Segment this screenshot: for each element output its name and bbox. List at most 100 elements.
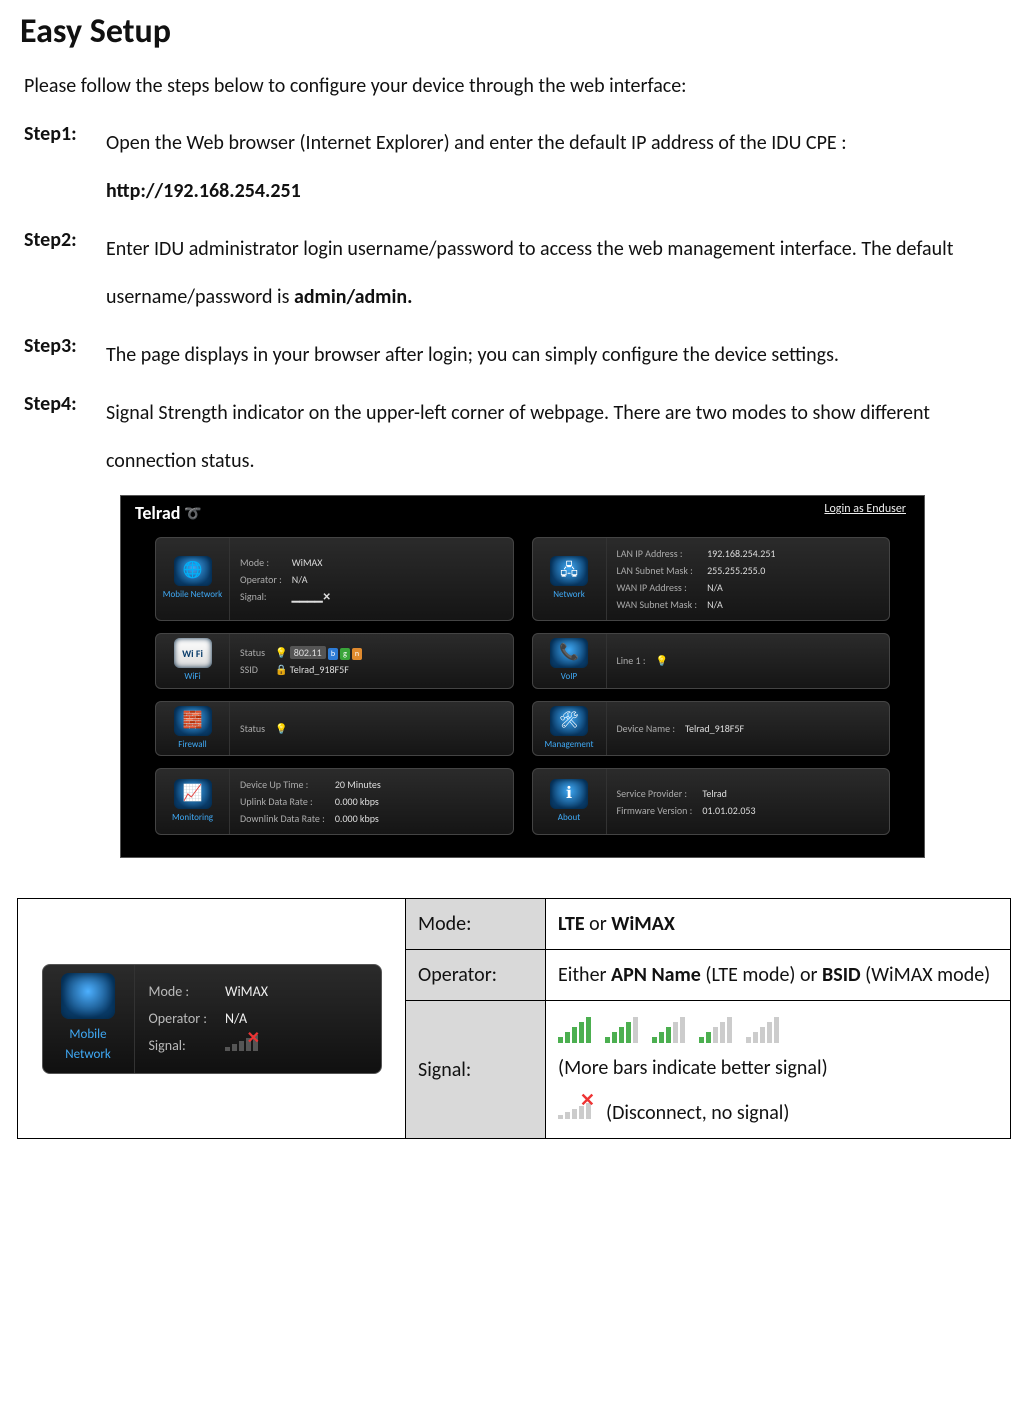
- mini-sig-v: ✕: [225, 1035, 367, 1057]
- fw-status-k: Status: [240, 721, 265, 736]
- signal-disconnect-row: ✕ (Disconnect, no signal): [558, 1097, 998, 1128]
- mn-mode-k: Mode :: [240, 555, 282, 570]
- card-network[interactable]: 🖧 Network LAN IP Address : 192.168.254.25…: [532, 537, 891, 621]
- card-about[interactable]: ℹ About Service Provider :Telrad Firmwar…: [532, 768, 891, 835]
- step-4-label: Step4:: [24, 389, 106, 485]
- signal-disconnect-icon: ✕: [558, 1097, 591, 1119]
- signal-value: (More bars indicate better signal) ✕ (Di…: [546, 1001, 1011, 1139]
- firewall-icon: 🧱 Firewall: [156, 702, 230, 756]
- mode-key: Mode:: [406, 899, 546, 950]
- tools-icon: 🛠: [550, 706, 588, 736]
- net-wanip-v: N/A: [707, 580, 879, 595]
- brand-swirl-icon: ➰: [184, 503, 201, 524]
- step-2-label: Step2:: [24, 225, 106, 321]
- step-4: Step4: Signal Strength indicator on the …: [24, 389, 1008, 485]
- step-3-body: The page displays in your browser after …: [106, 331, 1008, 379]
- step-2-body: Enter IDU administrator login username/p…: [106, 225, 1008, 321]
- operator-value: Either APN Name (LTE mode) or BSID (WiMA…: [546, 950, 1011, 1001]
- step-3-text: The page displays in your browser after …: [106, 343, 839, 367]
- step-2-text: Enter IDU administrator login username/p…: [106, 237, 953, 309]
- card-management[interactable]: 🛠 Management Device Name : Telrad_918F5F: [532, 701, 891, 757]
- operator-key: Operator:: [406, 950, 546, 1001]
- mn-op-k: Operator :: [240, 572, 282, 587]
- voip-icon: 📞 VoIP: [533, 634, 607, 688]
- mn-mode-v: WiMAX: [292, 555, 503, 570]
- fw-status-v: 💡: [275, 721, 502, 736]
- wifi-status-v: 💡 802.11 bgn: [275, 645, 502, 660]
- net-wanmask-v: N/A: [707, 597, 879, 612]
- monitoring-icon: 📈 Monitoring: [156, 769, 230, 834]
- card-monitoring[interactable]: 📈 Monitoring Device Up Time :20 Minutes …: [155, 768, 514, 835]
- mini-sig-k: Signal:: [149, 1035, 208, 1057]
- phone-icon: 📞: [550, 638, 588, 668]
- page-title: Easy Setup: [20, 6, 1008, 57]
- mn-sig-v: ▁▁▁▁✕: [292, 589, 503, 604]
- lock-icon: 🔒: [275, 663, 287, 676]
- mobile-network-icon: 🌐 Mobile Network: [156, 538, 230, 620]
- login-link[interactable]: Login as Enduser: [824, 500, 906, 518]
- net-lanip-v: 192.168.254.251: [707, 546, 879, 561]
- intro-text: Please follow the steps below to configu…: [24, 71, 1008, 101]
- voip-line-k: Line 1 :: [617, 653, 646, 668]
- ab-sp-v: Telrad: [702, 786, 879, 801]
- globe-icon: [61, 973, 115, 1019]
- signal-fail-icon: ✕: [225, 1035, 258, 1051]
- mode-value: LTE or WiMAX: [546, 899, 1011, 950]
- brand-logo: Telrad➰: [135, 500, 202, 527]
- net-wanmask-k: WAN Subnet Mask :: [617, 597, 698, 612]
- wifi-icon: Wi Fi WiFi: [156, 634, 230, 688]
- mon-up-v: 20 Minutes: [335, 777, 503, 792]
- signal-strength-legend: [558, 1015, 998, 1043]
- ab-fw-v: 01.01.02.053: [702, 803, 879, 818]
- card-wifi[interactable]: Wi Fi WiFi Status 💡 802.11 bgn SSID 🔒 Te…: [155, 633, 514, 689]
- card-firewall[interactable]: 🧱 Firewall Status 💡: [155, 701, 514, 757]
- signal-more-text: (More bars indicate better signal): [558, 1053, 998, 1083]
- mini-mode-v: WiMAX: [225, 981, 367, 1002]
- step-3: Step3: The page displays in your browser…: [24, 331, 1008, 379]
- dashboard-screenshot: Telrad➰ Login as Enduser 🌐 Mobile Networ…: [120, 495, 925, 858]
- globe-icon: 🌐: [174, 556, 212, 586]
- management-icon: 🛠 Management: [533, 702, 607, 756]
- step-2: Step2: Enter IDU administrator login use…: [24, 225, 1008, 321]
- net-wanip-k: WAN IP Address :: [617, 580, 698, 595]
- network-icon: 🖧 Network: [533, 538, 607, 620]
- wifi-ssid-k: SSID: [240, 662, 265, 677]
- card-mobile-network[interactable]: 🌐 Mobile Network Mode : WiMAX Operator : N…: [155, 537, 514, 621]
- net-lanip-k: LAN IP Address :: [617, 546, 698, 561]
- mgmt-name-v: Telrad_918F5F: [685, 721, 879, 736]
- mobile-network-thumbnail: Mobile Network Mode :WiMAX Operator :N/A…: [18, 899, 406, 1139]
- mon-dl-k: Downlink Data Rate :: [240, 811, 325, 826]
- step-1: Step1: Open the Web browser (Internet Ex…: [24, 119, 1008, 215]
- step-1-body: Open the Web browser (Internet Explorer)…: [106, 119, 1008, 215]
- steps-list: Step1: Open the Web browser (Internet Ex…: [24, 119, 1008, 485]
- net-lanmask-v: 255.255.255.0: [707, 563, 879, 578]
- step-4-body: Signal Strength indicator on the upper-l…: [106, 389, 1008, 485]
- mini-op-k: Operator :: [149, 1008, 208, 1029]
- signal-key: Signal:: [406, 1001, 546, 1139]
- info-icon: ℹ: [550, 779, 588, 809]
- step-1-label: Step1:: [24, 119, 106, 215]
- info-table: Mobile Network Mode :WiMAX Operator :N/A…: [17, 898, 1011, 1139]
- ab-fw-k: Firmware Version :: [617, 803, 693, 818]
- mini-mode-k: Mode :: [149, 981, 208, 1002]
- signal-2-bars-icon: [699, 1015, 732, 1043]
- signal-disconnect-text: (Disconnect, no signal): [606, 1101, 789, 1125]
- network-glyph-icon: 🖧: [550, 556, 588, 586]
- wifi-glyph-icon: Wi Fi: [174, 638, 212, 668]
- bulb-icon: 💡: [275, 646, 287, 659]
- step-3-label: Step3:: [24, 331, 106, 379]
- step-4-text: Signal Strength indicator on the upper-l…: [106, 401, 930, 473]
- wifi-ssid-v: 🔒 Telrad_918F5F: [275, 662, 502, 677]
- firewall-glyph-icon: 🧱: [174, 706, 212, 736]
- mon-dl-v: 0.000 kbps: [335, 811, 503, 826]
- mon-ul-k: Uplink Data Rate :: [240, 794, 325, 809]
- card-voip[interactable]: 📞 VoIP Line 1 :💡: [532, 633, 891, 689]
- mn-op-v: N/A: [292, 572, 503, 587]
- mn-sig-k: Signal:: [240, 589, 282, 604]
- mon-ul-v: 0.000 kbps: [335, 794, 503, 809]
- chart-icon: 📈: [174, 779, 212, 809]
- mini-op-v: N/A: [225, 1008, 367, 1029]
- step-2-bold: admin/admin.: [294, 285, 413, 309]
- mon-up-k: Device Up Time :: [240, 777, 325, 792]
- mgmt-name-k: Device Name :: [617, 721, 676, 736]
